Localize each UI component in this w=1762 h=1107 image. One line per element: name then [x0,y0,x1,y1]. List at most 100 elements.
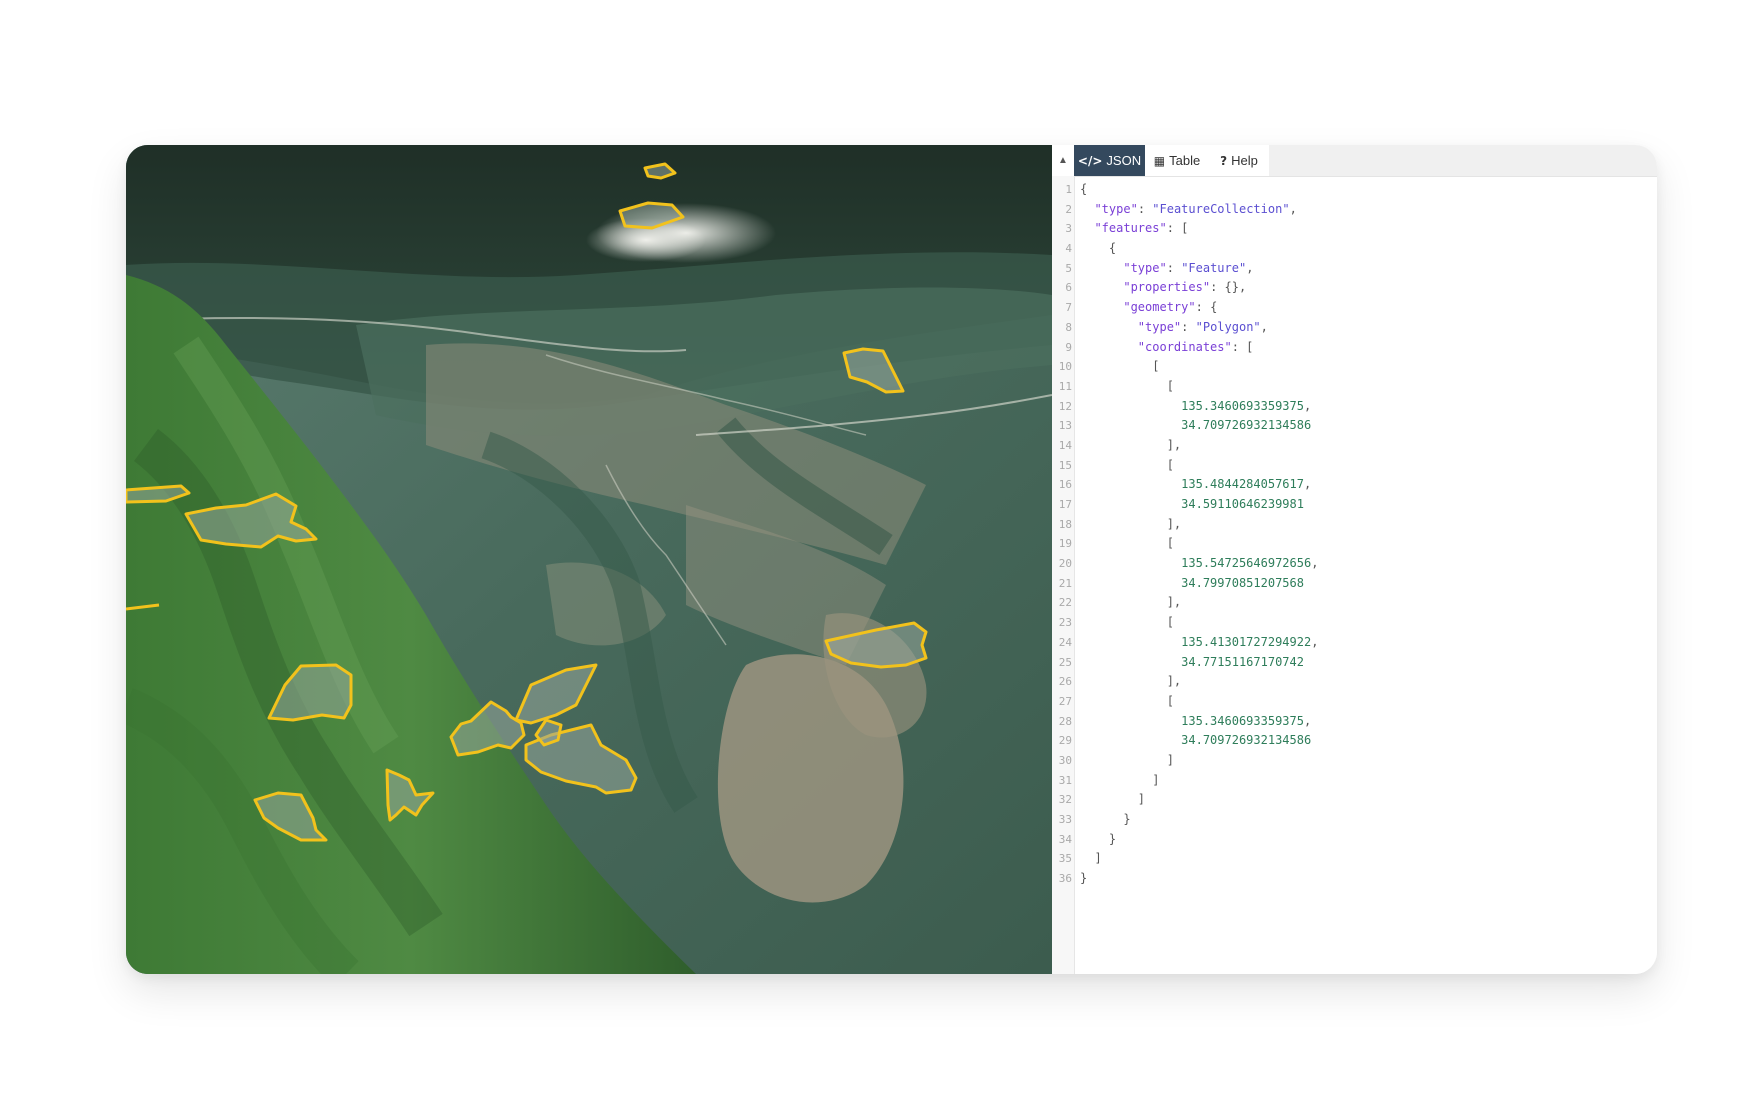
line-number: 36 [1058,872,1072,886]
code-line: 22 ], [1052,593,1657,613]
code-text: 135.54725646972656, [1181,556,1319,571]
tab-help-label: Help [1231,153,1258,168]
code-text: "coordinates": [ [1137,339,1254,354]
code-text: "type": "FeatureCollection", [1094,201,1297,216]
code-text: 135.41301727294922, [1181,634,1319,649]
triangle-up-icon[interactable]: ▲ [1052,145,1074,176]
code-text: 135.4844284057617, [1181,477,1312,492]
line-number: 11 [1058,379,1072,393]
geojson-editor-panel: ▲ </> JSON ▦ Table ? Help 1{2 "type": "F… [1052,145,1657,974]
code-text: [ [1080,693,1174,708]
code-line: 36} [1052,869,1657,889]
line-number: 5 [1065,261,1072,275]
satellite-3d-map[interactable] [126,145,1052,974]
code-text: 135.3460693359375, [1181,713,1312,728]
code-editor[interactable]: 1{2 "type": "FeatureCollection", 3 "featu… [1052,180,1657,889]
code-line: 23 [ [1052,613,1657,633]
code-text: } [1080,831,1117,846]
code-line: 10 [ [1052,357,1657,377]
code-line: 35 ] [1052,849,1657,869]
code-line: 19 [ [1052,534,1657,554]
line-number: 34 [1058,832,1072,846]
code-line: 21 34.79970851207568 [1052,574,1657,594]
code-text: } [1080,812,1131,826]
code-line: 3 "features": [ [1052,219,1657,239]
code-line: 34 } [1052,830,1657,850]
line-number: 33 [1058,813,1072,826]
code-text: { [1080,182,1088,196]
line-number: 35 [1058,852,1072,866]
tab-table[interactable]: ▦ Table [1145,145,1209,176]
code-text: 34.709726932134586 [1181,733,1312,748]
code-line: 12 135.3460693359375, [1052,397,1657,417]
editor-tab-bar: ▲ </> JSON ▦ Table ? Help [1052,145,1657,177]
line-number: 8 [1065,320,1072,334]
code-text: [ [1080,359,1160,374]
code-line: 31 ] [1052,771,1657,791]
code-line: 8 "type": "Polygon", [1052,318,1657,338]
line-number: 19 [1058,537,1072,551]
tab-json-label: JSON [1106,153,1142,168]
code-text: "geometry": { [1123,300,1218,315]
code-line: 29 34.709726932134586 [1052,731,1657,751]
code-line: 28 135.3460693359375, [1052,712,1657,732]
code-line: 24 135.41301727294922, [1052,633,1657,653]
code-line: 11 [ [1052,377,1657,397]
code-text: "type": "Polygon", [1137,319,1268,334]
code-text: { [1080,241,1117,256]
tab-help[interactable]: ? Help [1209,145,1269,176]
line-number: 7 [1065,301,1072,315]
code-line: 14 ], [1052,436,1657,456]
code-line: 17 34.59110646239981 [1052,495,1657,515]
line-number: 26 [1058,675,1072,689]
code-text: 34.709726932134586 [1181,418,1312,433]
line-number: 13 [1058,419,1072,433]
line-number: 17 [1058,498,1072,511]
code-text: [ [1080,457,1174,472]
line-number: 29 [1058,734,1072,748]
code-text: ], [1080,674,1182,689]
tab-json[interactable]: </> JSON [1074,145,1145,176]
code-line: 25 34.77151167170742 [1052,653,1657,673]
map-canvas[interactable] [126,145,1052,974]
code-text: 34.79970851207568 [1181,575,1304,590]
line-number: 9 [1065,340,1072,354]
line-number: 10 [1058,360,1072,374]
code-text: "type": "Feature", [1123,260,1254,275]
code-text: ], [1080,516,1182,531]
line-number: 27 [1058,694,1072,708]
code-text: ] [1080,851,1102,866]
line-number: 15 [1058,458,1072,472]
line-number: 2 [1065,202,1072,216]
code-line: 18 ], [1052,515,1657,535]
code-text: [ [1080,536,1174,551]
code-text: [ [1080,615,1174,630]
line-number: 16 [1058,478,1072,492]
code-line: 26 ], [1052,672,1657,692]
code-line: 32 ] [1052,790,1657,810]
app-window: ▲ </> JSON ▦ Table ? Help 1{2 "type": "F… [126,145,1657,974]
code-text: 34.77151167170742 [1181,654,1304,669]
code-icon: </> [1077,153,1103,168]
line-number: 1 [1065,183,1072,196]
line-number: 25 [1058,655,1072,669]
line-number: 22 [1058,596,1072,610]
code-text: ] [1080,752,1174,767]
code-line: 13 34.709726932134586 [1052,416,1657,436]
code-text: 34.59110646239981 [1181,497,1304,511]
tab-table-label: Table [1169,153,1201,168]
code-text: "features": [ [1094,221,1189,236]
code-line: 1{ [1052,180,1657,200]
code-text: ], [1080,595,1182,610]
code-line: 7 "geometry": { [1052,298,1657,318]
code-line: 2 "type": "FeatureCollection", [1052,200,1657,220]
code-text: "properties": {}, [1123,280,1247,295]
code-text: [ [1080,378,1174,393]
line-number: 23 [1058,616,1072,630]
code-line: 30 ] [1052,751,1657,771]
code-text: ] [1080,772,1160,787]
line-number: 21 [1058,576,1072,590]
code-text: ], [1080,437,1182,452]
help-icon: ? [1220,153,1228,168]
code-line: 9 "coordinates": [ [1052,338,1657,358]
